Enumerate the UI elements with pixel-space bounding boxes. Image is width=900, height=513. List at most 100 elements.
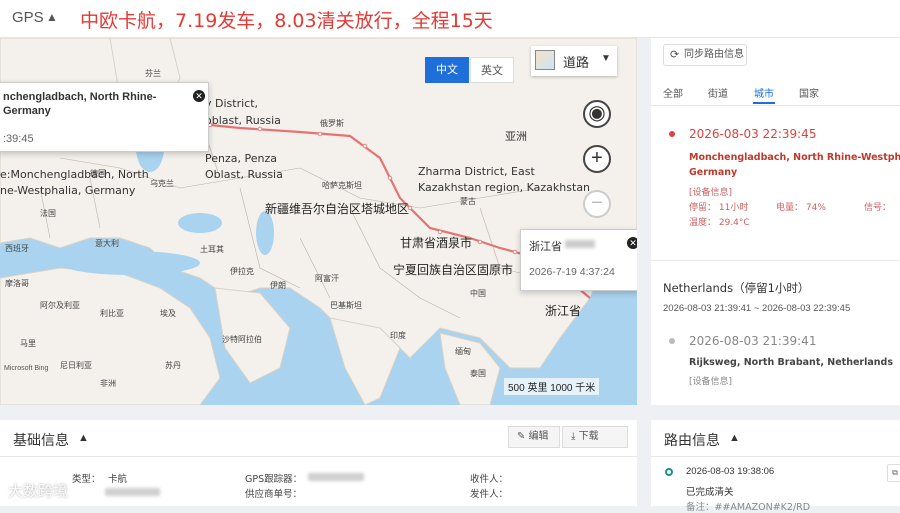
event1-device-link[interactable]: [设备信息] xyxy=(689,185,732,198)
event1-signal: 信号： xyxy=(864,203,892,213)
map-label-germany: 德国 xyxy=(90,169,106,178)
lang-chinese-button[interactable]: 中文 xyxy=(425,57,469,83)
receiver-label: 收件人： xyxy=(470,474,509,485)
lang-english-button[interactable]: 英文 xyxy=(470,57,514,83)
close-icon[interactable]: ✕ xyxy=(193,90,205,102)
map-label-kazakhstan: 哈萨克斯坦 xyxy=(322,181,362,190)
locate-icon[interactable]: ◉ xyxy=(583,100,611,128)
map-label-gansu: 甘肃省酒泉市 xyxy=(400,236,473,250)
popup-left-time: :39:45 xyxy=(3,133,34,145)
event2-time: 2026-08-03 21:39:41 xyxy=(689,334,817,348)
mediterranean-sea xyxy=(60,251,200,275)
map-label-asia: 亚洲 xyxy=(505,130,527,143)
zoom-out-button[interactable]: − xyxy=(583,190,611,218)
map-label-egypt: 埃及 xyxy=(160,309,176,318)
map-layer-icon xyxy=(535,50,555,70)
map-label-italy: 意大利 xyxy=(95,239,119,248)
map-layer-label: 道路 xyxy=(563,56,590,71)
route-event-status: 已完成清关 xyxy=(686,487,734,498)
tab-country[interactable]: 国家 xyxy=(799,85,819,100)
chevron-up-icon[interactable]: ▲ xyxy=(78,432,89,444)
download-button[interactable]: ⤓ 下载 xyxy=(562,426,628,448)
map-label-finland: 芬兰 xyxy=(145,69,161,78)
map-view[interactable]: y District, oblast, Russia Penza, Penza … xyxy=(0,38,637,405)
event2-device-link[interactable]: [设备信息] xyxy=(689,374,732,387)
copy-icon[interactable]: ⧉ xyxy=(887,464,900,482)
timeline-dot xyxy=(669,131,675,137)
map-layer-select[interactable]: 道路 ▼ xyxy=(531,46,617,76)
zoom-in-button[interactable]: + xyxy=(583,145,611,173)
divider xyxy=(651,260,900,261)
popup-left-title-2: Germany xyxy=(3,105,51,117)
map-label-zharma: Zharma District, East xyxy=(418,165,535,178)
gps-section-title: GPS xyxy=(12,9,44,26)
chevron-up-icon[interactable]: ▲ xyxy=(46,10,58,24)
edit-label: 编辑 xyxy=(528,431,549,442)
timeline-dot xyxy=(669,338,675,344)
timeline-dot xyxy=(665,468,673,476)
map-label-zhejiang: 浙江省 xyxy=(545,304,582,318)
event1-place: Monchengladbach, North Rhine-Westphalia, xyxy=(689,152,900,163)
tab-street[interactable]: 街道 xyxy=(708,85,728,100)
map-label-mali: 马里 xyxy=(20,339,36,348)
route-info-panel: 路由信息 ▲ 2026-08-03 19:38:06 已完成清关 备注：##AM… xyxy=(651,420,900,513)
gps-tracker-label: GPS跟踪器： xyxy=(245,474,303,485)
redacted-block xyxy=(105,488,160,496)
map-label-zharma-region: Kazakhstan region, Kazakhstan xyxy=(418,181,591,194)
map-label-xinjiang: 新疆维吾尔自治区塔城地区 xyxy=(265,202,410,216)
download-icon: ⤓ xyxy=(571,431,579,442)
divider xyxy=(651,105,900,106)
popup-right-title: 浙江省 xyxy=(529,241,562,253)
tab-city[interactable]: 城市 xyxy=(754,85,774,100)
edit-button[interactable]: ✎ 编辑 xyxy=(508,426,560,448)
black-sea xyxy=(178,213,222,233)
map-label-mongolia: 蒙古 xyxy=(460,197,476,206)
event1-battery: 电量： 74% xyxy=(776,203,826,213)
redacted-block xyxy=(565,240,595,248)
divider xyxy=(0,456,637,457)
close-icon[interactable]: ✕ xyxy=(627,237,637,249)
event1-stay: 停留： 11小时 xyxy=(689,203,749,213)
route-event-note: 备注：##AMAZON#K2/RD xyxy=(686,502,811,513)
event1-temp: 温度： 29.4°C xyxy=(689,218,750,228)
basic-info-title: 基础信息 xyxy=(13,433,69,449)
map-label-moncheng: e:Monchengladbach, North xyxy=(0,168,149,181)
edit-icon: ✎ xyxy=(517,431,529,442)
map-label-ningxia: 宁夏回族自治区固原市 xyxy=(393,263,514,277)
caspian-sea xyxy=(256,211,274,255)
event-panel: ⟳ 同步路由信息 全部 街道 城市 国家 2026-08-03 22:39:45… xyxy=(651,38,900,405)
tab-all[interactable]: 全部 xyxy=(663,85,683,100)
map-label-pakistan: 巴基斯坦 xyxy=(330,301,362,310)
map-label-oblast: oblast, Russia xyxy=(205,114,281,127)
sender-label: 发件人： xyxy=(470,489,509,500)
map-label-iran: 伊朗 xyxy=(270,281,286,290)
divider xyxy=(651,456,900,457)
map-label-penza: Penza, Penza xyxy=(205,152,277,165)
sync-route-button[interactable]: ⟳ 同步路由信息 xyxy=(663,44,747,66)
chevron-up-icon[interactable]: ▲ xyxy=(729,432,740,444)
stop-range: 2026-08-03 21:39:41 ~ 2026-08-03 22:39:4… xyxy=(663,303,851,314)
map-label-libya: 利比亚 xyxy=(100,309,124,318)
watermark-logo: 大数跨境 xyxy=(8,482,69,500)
map-label-spain: 西班牙 xyxy=(5,244,29,253)
redacted-block xyxy=(308,473,364,481)
map-popup-right: 浙江省 2026-7-19 4:37:24 ✕ xyxy=(520,229,637,291)
event2-place: Rijksweg, North Brabant, Netherlands xyxy=(689,357,893,368)
map-label-nigeria: 尼日利亚 xyxy=(60,361,92,370)
map-label-ukraine: 乌克兰 xyxy=(150,179,174,188)
popup-right-time: 2026-7-19 4:37:24 xyxy=(529,266,615,278)
download-label: 下载 xyxy=(578,431,599,442)
map-scale-bar: 500 英里 1000 千米 xyxy=(504,378,600,395)
map-label-penza-oblast: Oblast, Russia xyxy=(205,168,283,181)
basic-info-panel: 基础信息 ▲ ✎ 编辑 ⤓ 下载 类型： 卡航 GPS跟踪器： 供应商单号： 收… xyxy=(0,420,637,506)
type-label: 类型： xyxy=(72,474,101,485)
map-label-algeria: 阿尔及利亚 xyxy=(40,301,80,310)
map-label-iraq: 伊拉克 xyxy=(230,267,254,276)
refresh-icon: ⟳ xyxy=(670,48,680,61)
headline-annotation: 中欧卡航，7.19发车，8.03清关放行，全程15天 xyxy=(80,10,493,32)
stop-title: Netherlands（停留1小时） xyxy=(663,281,810,295)
active-tab-indicator xyxy=(753,102,775,104)
map-label-china: 中国 xyxy=(470,289,486,298)
map-label-moncheng-region: ne-Westphalia, Germany xyxy=(0,184,136,197)
map-popup-left: nchengladbach, North Rhine- Germany :39:… xyxy=(0,82,209,152)
